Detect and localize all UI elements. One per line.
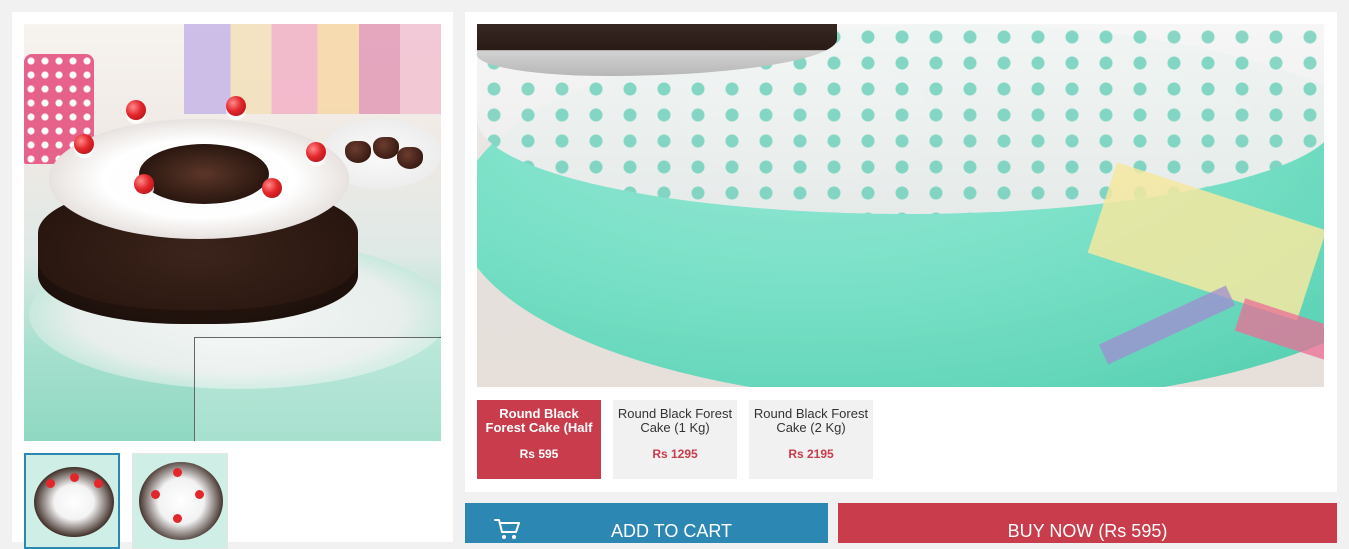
product-gallery: [12, 12, 453, 549]
thumbnail-cherry: [70, 473, 79, 482]
variant-price: Rs 595: [519, 447, 559, 461]
variant-price: Rs 1295: [652, 447, 698, 461]
decorative-tassels: [184, 24, 441, 114]
zoom-lens[interactable]: [194, 337, 441, 441]
variant-option-half-kg[interactable]: Round Black Forest Cake (Half Kg) Rs 595: [477, 400, 601, 479]
variant-name: Round Black Forest Cake (1 Kg): [617, 407, 733, 435]
thumbnail-2[interactable]: [132, 453, 228, 549]
cherry: [134, 174, 154, 194]
variant-option-1-kg[interactable]: Round Black Forest Cake (1 Kg) Rs 1295: [613, 400, 737, 479]
thumbnail-1[interactable]: [24, 453, 120, 549]
candy-piece: [397, 147, 423, 169]
variant-price: Rs 2195: [788, 447, 834, 461]
cart-icon: [494, 519, 520, 539]
variant-option-2-kg[interactable]: Round Black Forest Cake (2 Kg) Rs 2195: [749, 400, 873, 479]
candy-piece: [345, 141, 371, 163]
candy-piece: [373, 137, 399, 159]
product-main-image[interactable]: [24, 24, 441, 441]
thumbnail-cherry: [173, 514, 182, 523]
thumbnail-cherry: [173, 468, 182, 477]
chocolate-topping: [139, 144, 269, 204]
add-to-cart-label: ADD TO CART: [610, 520, 733, 541]
cherry: [306, 142, 326, 162]
cherry: [74, 134, 94, 154]
zoomed-image: [477, 24, 1324, 387]
add-to-cart-button[interactable]: ADD TO CART: [465, 503, 828, 543]
variant-name: Round Black Forest Cake (Half Kg): [485, 407, 593, 435]
product-details: Round Black Forest Cake (Half Kg) Rs 595…: [465, 12, 1337, 492]
thumbnail-cherry: [151, 490, 160, 499]
cherry: [126, 100, 146, 120]
thumbnail-cherry: [195, 490, 204, 499]
thumbnail-cherry: [46, 479, 55, 488]
cherry: [262, 178, 282, 198]
variant-name: Round Black Forest Cake (2 Kg): [753, 407, 869, 435]
cherry: [226, 96, 246, 116]
buy-now-label: BUY NOW (Rs 595): [1007, 520, 1168, 541]
buy-now-button[interactable]: BUY NOW (Rs 595): [838, 503, 1337, 543]
thumbnail-cherry: [94, 479, 103, 488]
